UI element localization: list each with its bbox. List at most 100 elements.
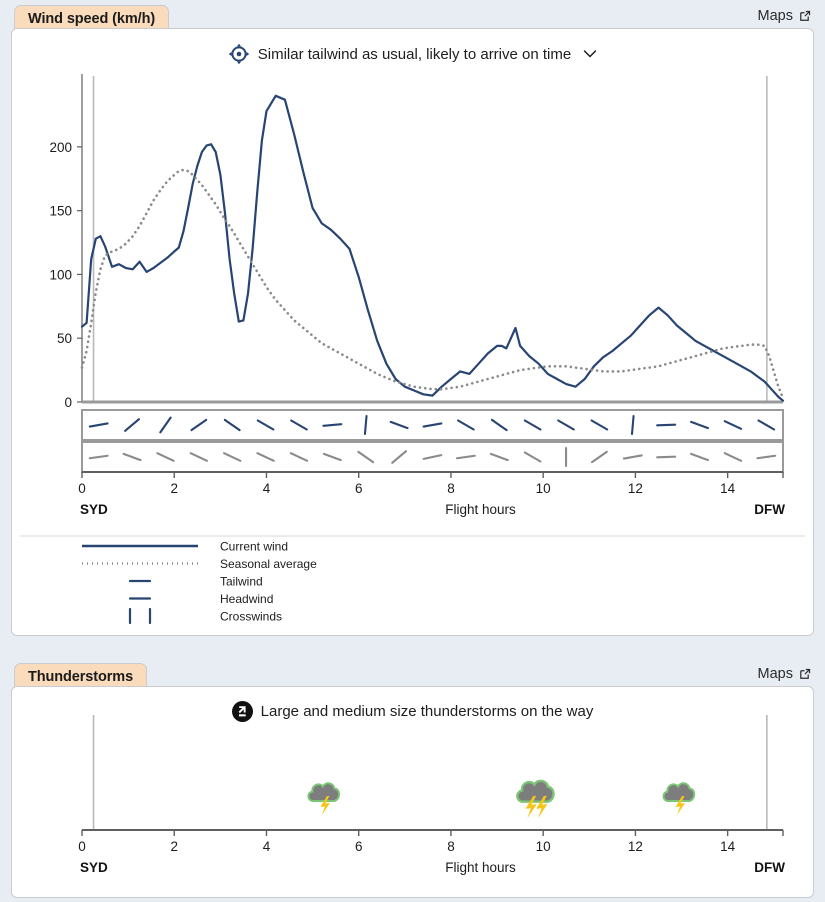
y-axis-tick-label: 150 xyxy=(49,204,72,219)
wind-speed-chart[interactable]: 0 50 100 150 200 0 2 4 6 8 10 12 14 SYD Flight hours DF… xyxy=(12,29,813,637)
x-axis-tick-label: 4 xyxy=(263,839,271,854)
wind-barb xyxy=(757,419,776,431)
wind-barb xyxy=(322,452,342,462)
wind-barb xyxy=(690,452,710,462)
wind-barb xyxy=(489,452,509,462)
y-axis-tick-label: 50 xyxy=(57,331,72,346)
tailwind-barbs xyxy=(88,414,776,436)
crosswind-barbs xyxy=(88,446,777,468)
thunderstorm-chart[interactable]: 0 2 4 6 8 10 12 14 SYD Flight hours DFW xyxy=(12,687,813,899)
y-axis-tick-label: 200 xyxy=(49,140,72,155)
wind-barb xyxy=(190,418,208,432)
wind-barb xyxy=(723,420,743,430)
external-link-icon xyxy=(800,10,811,21)
x-axis-tick-label: 6 xyxy=(355,481,363,496)
wind-barb xyxy=(256,419,275,431)
wind-barb xyxy=(88,422,109,428)
wind-barb xyxy=(290,419,308,431)
wind-barb xyxy=(622,454,643,460)
wind-barb xyxy=(455,454,476,460)
wind-barb xyxy=(156,452,175,462)
wind-maps-label: Maps xyxy=(757,8,793,24)
x-axis-tick-label: 0 xyxy=(78,839,86,854)
thunderstorms-section: Thunderstorms Maps Large and medium size… xyxy=(0,658,825,902)
wind-barb xyxy=(557,419,575,431)
x-axis-tick-label: 4 xyxy=(263,481,271,496)
destination-label: DFW xyxy=(754,502,785,517)
wind-barb xyxy=(189,452,209,462)
origin-label: SYD xyxy=(80,502,108,517)
wind-barb xyxy=(656,455,677,459)
x-axis-title: Flight hours xyxy=(445,502,516,517)
wind-barb xyxy=(523,451,542,463)
thunderstorms-panel: Large and medium size thunderstorms on t… xyxy=(11,686,814,898)
wind-barb xyxy=(223,452,242,462)
origin-label: SYD xyxy=(80,860,108,875)
thunderstorm-icon[interactable] xyxy=(516,779,555,819)
wind-barb xyxy=(590,419,609,431)
wind-barb xyxy=(389,420,409,430)
storm-plot-area: 0 2 4 6 8 10 12 14 SYD Flight hours DFW xyxy=(78,715,785,875)
tab-wind-speed-label: Wind speed (km/h) xyxy=(28,11,156,27)
wind-barb xyxy=(523,419,542,431)
wind-speed-section: Wind speed (km/h) Maps Similar tailwind … xyxy=(0,0,825,645)
x-axis-tick-label: 10 xyxy=(536,481,551,496)
wind-barb xyxy=(690,420,710,430)
x-axis-tick-label: 2 xyxy=(170,481,178,496)
wind-legend: Current wind Seasonal average Tailwind Head… xyxy=(82,540,317,625)
wind-barb xyxy=(363,414,368,436)
legend-label: Headwind xyxy=(220,592,273,606)
y-axis-tick-label: 0 xyxy=(64,395,72,410)
wind-barb xyxy=(630,414,635,436)
x-axis-tick-label: 8 xyxy=(447,481,455,496)
wind-barb xyxy=(159,416,172,434)
legend-label: Crosswinds xyxy=(220,610,282,624)
wind-barb xyxy=(122,452,142,462)
x-axis-tick-label: 6 xyxy=(355,839,363,854)
storm-cloud-shape xyxy=(307,782,341,802)
x-axis-tick-label: 8 xyxy=(447,839,455,854)
wind-barb xyxy=(656,423,677,427)
thunderstorm-icon[interactable] xyxy=(307,782,341,815)
x-axis-tick-label: 12 xyxy=(628,839,643,854)
series-seasonal-average xyxy=(80,168,785,400)
wind-barb xyxy=(422,422,443,428)
wind-barb xyxy=(490,418,508,432)
series-current-wind xyxy=(80,94,785,402)
wind-plot-area: 0 50 100 150 200 0 2 4 6 8 10 12 14 SYD Flight hours DF… xyxy=(20,74,805,537)
legend-label: Current wind xyxy=(220,540,288,554)
tab-thunderstorms-label: Thunderstorms xyxy=(28,669,134,685)
x-axis-tick-label: 0 xyxy=(78,481,86,496)
storm-cloud-shape xyxy=(516,779,555,803)
wind-barb xyxy=(223,418,241,432)
wind-barb xyxy=(422,454,443,460)
x-axis-tick-label: 10 xyxy=(536,839,551,854)
wind-barb xyxy=(124,418,141,432)
wind-speed-panel: Similar tailwind as usual, likely to arr… xyxy=(11,28,814,636)
wind-barb xyxy=(256,452,275,462)
thunderstorm-icon[interactable] xyxy=(662,782,696,815)
y-axis-tick-label: 100 xyxy=(49,267,72,282)
wind-barb xyxy=(289,452,309,462)
legend-label: Tailwind xyxy=(220,575,263,589)
wind-barb xyxy=(756,454,777,460)
external-link-icon xyxy=(800,668,811,679)
x-axis-tick-label: 2 xyxy=(170,839,178,854)
x-axis-tick-label: 14 xyxy=(720,481,736,496)
x-axis-title: Flight hours xyxy=(445,860,516,875)
x-axis-tick-label: 12 xyxy=(628,481,643,496)
storm-cloud-shape xyxy=(662,782,696,802)
wind-barb xyxy=(723,452,743,462)
wind-barb xyxy=(322,423,343,427)
storm-maps-label: Maps xyxy=(757,666,793,682)
wind-barb xyxy=(88,454,109,460)
destination-label: DFW xyxy=(754,860,785,875)
wind-barb xyxy=(357,450,375,464)
storm-maps-link[interactable]: Maps xyxy=(758,666,811,682)
x-axis-tick-label: 14 xyxy=(720,839,736,854)
legend-label: Seasonal average xyxy=(220,557,317,571)
wind-maps-link[interactable]: Maps xyxy=(758,8,811,24)
wind-barb xyxy=(590,450,608,464)
wind-barb xyxy=(457,419,475,431)
wind-barb xyxy=(391,450,408,464)
